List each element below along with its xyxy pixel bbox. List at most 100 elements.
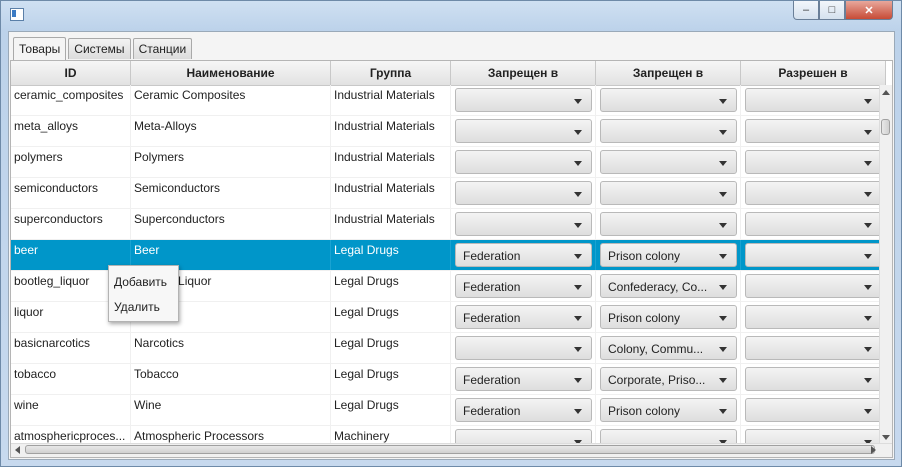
cell-name[interactable]: Tobacco [131, 364, 331, 394]
chevron-down-icon[interactable] [574, 347, 582, 352]
cell-name[interactable]: Superconductors [131, 209, 331, 239]
chevron-down-icon[interactable] [719, 316, 727, 321]
cell-group[interactable]: Industrial Materials [331, 147, 451, 177]
table-row[interactable]: basicnarcotics Narcotics Legal Drugs Colony… [11, 333, 886, 364]
chevron-down-icon[interactable] [574, 130, 582, 135]
cell-group[interactable]: Legal Drugs [331, 302, 451, 332]
chevron-down-icon[interactable] [719, 378, 727, 383]
table-row[interactable]: tobacco Tobacco Legal Drugs Federation Corpo… [11, 364, 886, 395]
chevron-down-icon[interactable] [719, 161, 727, 166]
chevron-down-icon[interactable] [864, 409, 872, 414]
cell-group[interactable]: Legal Drugs [331, 240, 451, 270]
scroll-up-arrow-icon[interactable] [882, 90, 890, 95]
chevron-down-icon[interactable] [719, 192, 727, 197]
scroll-down-arrow-icon[interactable] [882, 435, 890, 440]
column-header-group[interactable]: Группа [331, 61, 451, 85]
chevron-down-icon[interactable] [864, 130, 872, 135]
chevron-down-icon[interactable] [574, 409, 582, 414]
forbidden-in-combo[interactable]: Federation [455, 243, 592, 267]
tab-stations[interactable]: Станции [132, 38, 193, 59]
column-header-allowed-in[interactable]: Разрешен в [741, 61, 886, 85]
chevron-down-icon[interactable] [864, 192, 872, 197]
chevron-down-icon[interactable] [719, 130, 727, 135]
cell-group[interactable]: Industrial Materials [331, 116, 451, 146]
table-row[interactable]: ceramic_composites Ceramic Composites Indu… [11, 85, 886, 116]
cell-id[interactable]: semiconductors [11, 178, 131, 208]
allowed-in-combo[interactable] [745, 212, 882, 236]
chevron-down-icon[interactable] [719, 254, 727, 259]
forbidden-in-combo-2[interactable]: Colony, Commu... [600, 336, 737, 360]
cell-group[interactable]: Legal Drugs [331, 333, 451, 363]
cell-id[interactable]: ceramic_composites [11, 85, 131, 115]
table-row[interactable]: superconductors Superconductors Industrial… [11, 209, 886, 240]
cell-group[interactable]: Legal Drugs [331, 395, 451, 425]
allowed-in-combo[interactable] [745, 181, 882, 205]
forbidden-in-combo[interactable] [455, 150, 592, 174]
cell-name[interactable]: Ceramic Composites [131, 85, 331, 115]
cell-id[interactable]: tobacco [11, 364, 131, 394]
column-header-name[interactable]: Наименование [131, 61, 331, 85]
allowed-in-combo[interactable] [745, 150, 882, 174]
title-bar[interactable]: – □ ✕ [1, 1, 901, 31]
forbidden-in-combo-2[interactable]: Corporate, Priso... [600, 367, 737, 391]
tab-goods[interactable]: Товары [13, 37, 67, 60]
table-row[interactable]: wine Wine Legal Drugs Federation Prison colo… [11, 395, 886, 426]
cell-name[interactable]: Meta-Alloys [131, 116, 331, 146]
chevron-down-icon[interactable] [574, 378, 582, 383]
allowed-in-combo[interactable] [745, 274, 882, 298]
forbidden-in-combo[interactable]: Federation [455, 367, 592, 391]
table-row[interactable]: semiconductors Semiconductors Industrial M… [11, 178, 886, 209]
allowed-in-combo[interactable] [745, 119, 882, 143]
allowed-in-combo[interactable] [745, 305, 882, 329]
cell-group[interactable]: Industrial Materials [331, 85, 451, 115]
allowed-in-combo[interactable] [745, 88, 882, 112]
forbidden-in-combo-2[interactable] [600, 119, 737, 143]
chevron-down-icon[interactable] [574, 316, 582, 321]
forbidden-in-combo-2[interactable]: Prison colony [600, 398, 737, 422]
chevron-down-icon[interactable] [864, 347, 872, 352]
column-header-forbidden-in-1[interactable]: Запрещен в [451, 61, 596, 85]
chevron-down-icon[interactable] [864, 99, 872, 104]
allowed-in-combo[interactable] [745, 367, 882, 391]
tab-systems[interactable]: Системы [68, 38, 131, 59]
forbidden-in-combo-2[interactable]: Confederacy, Co... [600, 274, 737, 298]
allowed-in-combo[interactable] [745, 398, 882, 422]
forbidden-in-combo[interactable] [455, 336, 592, 360]
forbidden-in-combo[interactable] [455, 212, 592, 236]
menu-item-delete[interactable]: Удалить [109, 294, 178, 319]
chevron-down-icon[interactable] [719, 347, 727, 352]
chevron-down-icon[interactable] [864, 316, 872, 321]
chevron-down-icon[interactable] [864, 161, 872, 166]
chevron-down-icon[interactable] [864, 223, 872, 228]
forbidden-in-combo-2[interactable]: Prison colony [600, 243, 737, 267]
minimize-button[interactable]: – [793, 1, 819, 20]
vertical-scroll-thumb[interactable] [881, 119, 890, 135]
chevron-down-icon[interactable] [719, 409, 727, 414]
cell-id[interactable]: superconductors [11, 209, 131, 239]
forbidden-in-combo[interactable] [455, 181, 592, 205]
cell-id[interactable]: basicnarcotics [11, 333, 131, 363]
vertical-scrollbar[interactable] [879, 85, 892, 445]
chevron-down-icon[interactable] [864, 285, 872, 290]
chevron-down-icon[interactable] [574, 99, 582, 104]
scroll-left-arrow-icon[interactable] [15, 446, 20, 454]
allowed-in-combo[interactable] [745, 243, 882, 267]
chevron-down-icon[interactable] [574, 223, 582, 228]
forbidden-in-combo[interactable]: Federation [455, 305, 592, 329]
cell-name[interactable]: Semiconductors [131, 178, 331, 208]
cell-group[interactable]: Industrial Materials [331, 178, 451, 208]
chevron-down-icon[interactable] [574, 254, 582, 259]
forbidden-in-combo-2[interactable] [600, 150, 737, 174]
allowed-in-combo[interactable] [745, 336, 882, 360]
chevron-down-icon[interactable] [719, 285, 727, 290]
forbidden-in-combo-2[interactable] [600, 181, 737, 205]
cell-group[interactable]: Legal Drugs [331, 364, 451, 394]
column-header-id[interactable]: ID [11, 61, 131, 85]
cell-group[interactable]: Legal Drugs [331, 271, 451, 301]
cell-id[interactable]: meta_alloys [11, 116, 131, 146]
forbidden-in-combo[interactable] [455, 119, 592, 143]
cell-name[interactable]: Narcotics [131, 333, 331, 363]
menu-item-add[interactable]: Добавить [109, 269, 178, 294]
chevron-down-icon[interactable] [574, 161, 582, 166]
chevron-down-icon[interactable] [864, 254, 872, 259]
